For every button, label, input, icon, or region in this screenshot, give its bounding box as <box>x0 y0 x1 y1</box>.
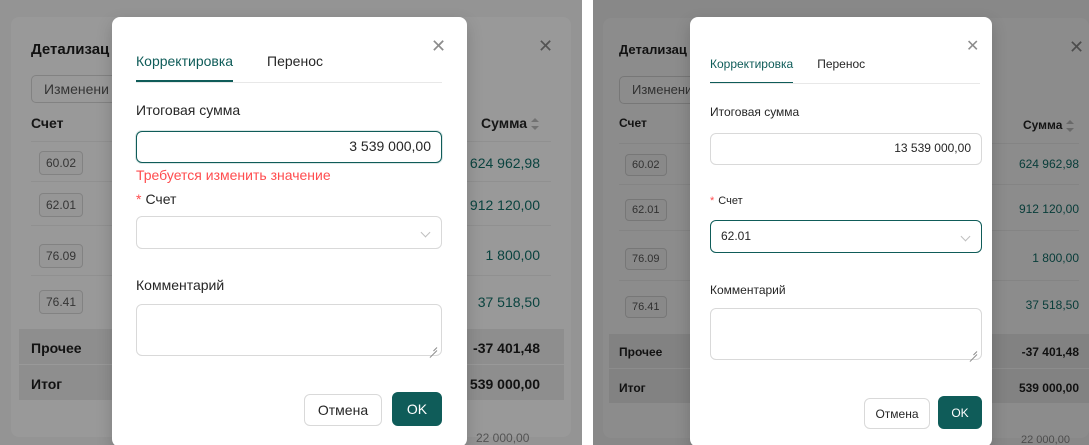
cancel-button[interactable]: Отмена <box>864 398 930 429</box>
tab-transfer[interactable]: Перенос <box>267 53 323 81</box>
required-asterisk: * <box>710 195 715 207</box>
ok-button[interactable]: OK <box>392 392 442 426</box>
dialog-tabs: Корректировка Перенос <box>710 57 865 84</box>
account-select-value: 62.01 <box>721 229 752 243</box>
comment-label: Комментарий <box>136 277 225 293</box>
account-label: * Счет <box>710 195 743 207</box>
close-icon[interactable]: ✕ <box>966 39 979 55</box>
tab-transfer[interactable]: Перенос <box>817 57 865 83</box>
tab-correction[interactable]: Корректировка <box>710 57 794 84</box>
comment-textarea[interactable] <box>136 304 442 356</box>
tab-correction[interactable]: Корректировка <box>136 53 234 82</box>
close-icon[interactable]: ✕ <box>431 37 446 55</box>
account-select[interactable]: 62.01 <box>710 220 982 253</box>
account-select[interactable] <box>136 216 442 249</box>
comment-label: Комментарий <box>710 283 786 297</box>
amount-input[interactable]: 13 539 000,00 <box>710 133 982 165</box>
amount-label: Итоговая сумма <box>136 102 241 118</box>
resize-handle-icon[interactable] <box>429 343 437 351</box>
cancel-button[interactable]: Отмена <box>304 394 382 426</box>
left-screenshot-panel: Детализац ✕ Изменени Счет Сумма 60.02 62… <box>0 0 582 445</box>
chevron-down-icon <box>420 227 431 238</box>
ok-button[interactable]: OK <box>938 396 982 429</box>
chevron-down-icon <box>960 231 971 242</box>
correction-dialog: ✕ Корректировка Перенос Итоговая сумма 3… <box>112 17 467 445</box>
required-asterisk: * <box>136 191 142 207</box>
right-screenshot-panel: Детализац ✕ Изменени Счет Сумма 60.02 62… <box>593 0 1089 445</box>
account-label: * Счет <box>136 191 176 207</box>
correction-dialog: ✕ Корректировка Перенос Итоговая сумма 1… <box>690 17 992 445</box>
amount-label: Итоговая сумма <box>710 105 800 119</box>
account-label-text: Счет <box>718 195 743 207</box>
tabs-divider <box>710 83 980 84</box>
dialog-tabs: Корректировка Перенос <box>136 53 323 82</box>
amount-error-message: Требуется изменить значение <box>136 167 331 183</box>
resize-handle-icon[interactable] <box>969 347 977 355</box>
comment-textarea[interactable] <box>710 308 982 360</box>
amount-input[interactable]: 3 539 000,00 <box>136 131 442 163</box>
account-label-text: Счет <box>145 191 177 207</box>
tabs-divider <box>136 82 442 83</box>
